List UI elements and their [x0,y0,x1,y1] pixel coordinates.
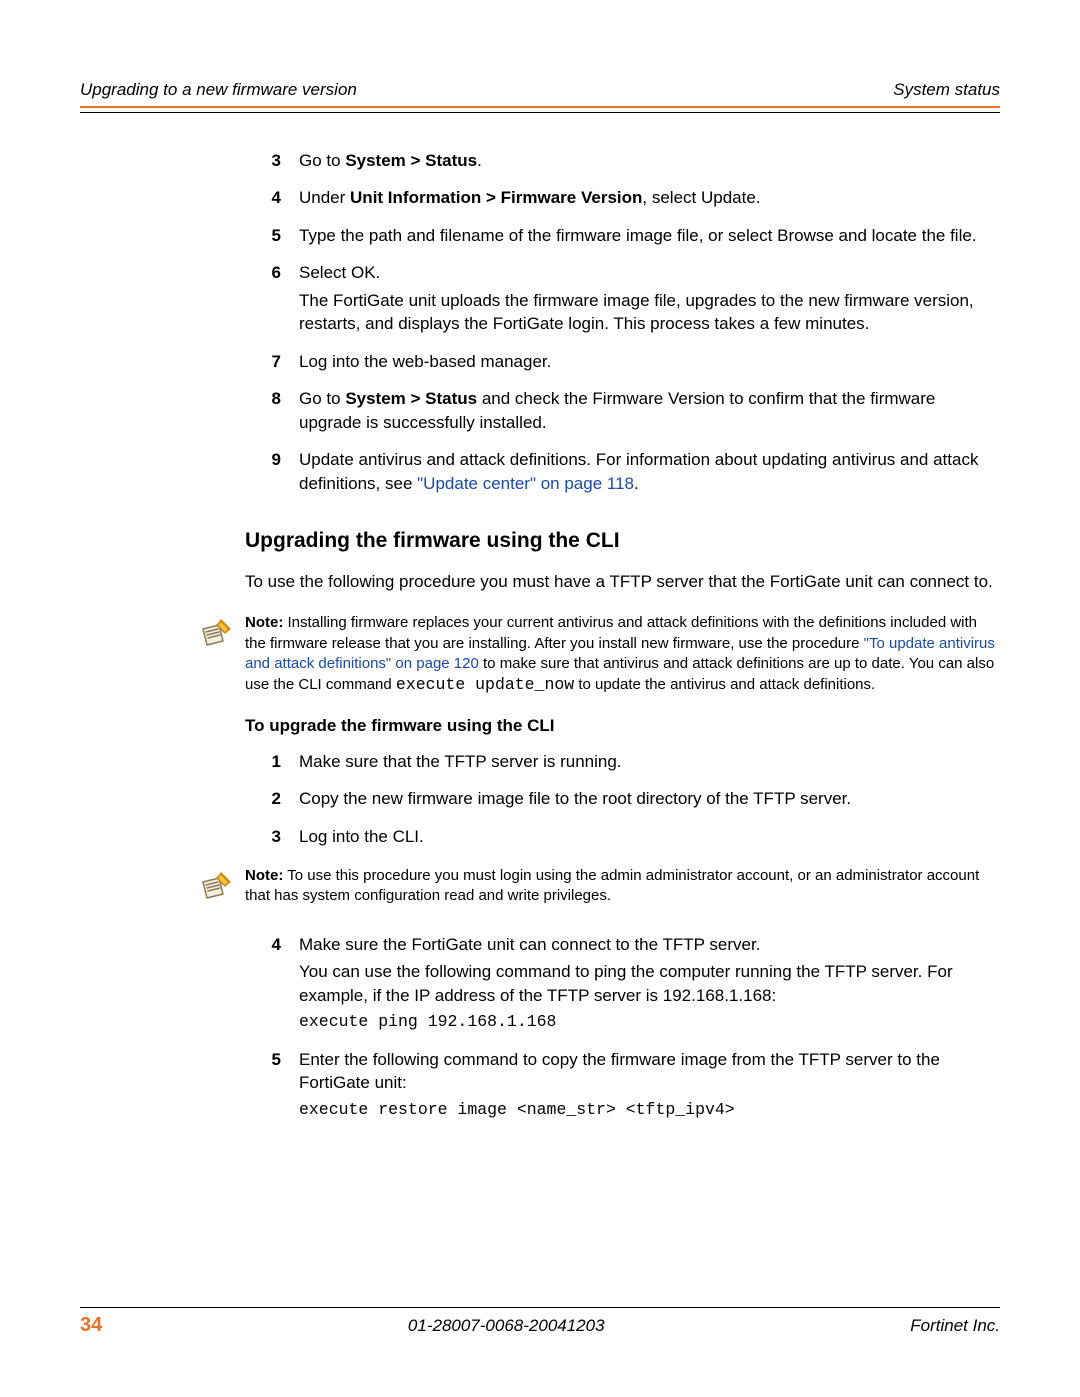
step-text: Select OK. [299,261,1000,284]
step: 1 Make sure that the TFTP server is runni… [245,750,1000,777]
step-body: Go to System > Status. [299,149,1000,176]
note-2-text: Note: To use this procedure you must log… [245,866,1000,907]
step: 9 Update antivirus and attack definitions… [245,448,1000,499]
header-left: Upgrading to a new firmware version [80,80,357,100]
step: 4 Under Unit Information > Firmware Versi… [245,186,1000,213]
step-number: 5 [245,1048,281,1126]
note-2: Note: To use this procedure you must log… [245,866,1000,914]
step-text: Update antivirus and attack definitions.… [299,448,1000,495]
footer-right: Fortinet Inc. [910,1316,1000,1336]
subhead: To upgrade the firmware using the CLI [245,714,1000,737]
step-text: Copy the new firmware image file to the … [299,787,1000,810]
step-number: 4 [245,186,281,213]
step-text: Make sure that the TFTP server is runnin… [299,750,1000,773]
footer-rule [80,1307,1000,1308]
steps-group-c: 4 Make sure the FortiGate unit can connec… [245,933,1000,1126]
step-code: execute ping 192.168.1.168 [299,1011,1000,1034]
step-body: Type the path and filename of the firmwa… [299,224,1000,251]
note-1-text: Note: Installing firmware replaces your … [245,613,1000,696]
step-number: 7 [245,350,281,377]
header-right: System status [893,80,1000,100]
step-text: Under Unit Information > Firmware Versio… [299,186,1000,209]
step-number: 1 [245,750,281,777]
step-text: Type the path and filename of the firmwa… [299,224,1000,247]
step-extra: The FortiGate unit uploads the firmware … [299,289,1000,336]
step: 5 Type the path and filename of the firmw… [245,224,1000,251]
step-body: Make sure that the TFTP server is runnin… [299,750,1000,777]
step: 4 Make sure the FortiGate unit can connec… [245,933,1000,1038]
step: 7 Log into the web-based manager. [245,350,1000,377]
step-number: 8 [245,387,281,438]
step-number: 9 [245,448,281,499]
step-body: Select OK. The FortiGate unit uploads the… [299,261,1000,339]
step-number: 4 [245,933,281,1038]
step-extra: You can use the following command to pin… [299,960,1000,1007]
header-rule-thin [80,112,1000,113]
step: 2 Copy the new firmware image file to the… [245,787,1000,814]
step-body: Log into the web-based manager. [299,350,1000,377]
step-body: Enter the following command to copy the … [299,1048,1000,1126]
steps-group-b: 1 Make sure that the TFTP server is runni… [245,750,1000,852]
step: 3 Log into the CLI. [245,825,1000,852]
page-number: 34 [80,1314,102,1337]
step: 5 Enter the following command to copy the… [245,1048,1000,1126]
step-body: Copy the new firmware image file to the … [299,787,1000,814]
step-body: Log into the CLI. [299,825,1000,852]
step-number: 6 [245,261,281,339]
page: Upgrading to a new firmware version Syst… [0,0,1080,1397]
step-text: Go to System > Status. [299,149,1000,172]
footer: 34 01-28007-0068-20041203 Fortinet Inc. [80,1307,1000,1337]
step-number: 2 [245,787,281,814]
step-text: Make sure the FortiGate unit can connect… [299,933,1000,956]
step-number: 3 [245,149,281,176]
step-number: 5 [245,224,281,251]
step-body: Under Unit Information > Firmware Versio… [299,186,1000,213]
note-icon [195,613,239,661]
step-text: Log into the web-based manager. [299,350,1000,373]
step-text: Log into the CLI. [299,825,1000,848]
note-icon [195,866,239,914]
note-1: Note: Installing firmware replaces your … [245,613,1000,696]
step-text: Go to System > Status and check the Firm… [299,387,1000,434]
section-intro: To use the following procedure you must … [245,570,1000,593]
step-body: Go to System > Status and check the Firm… [299,387,1000,438]
step-code: execute restore image <name_str> <tftp_i… [299,1099,1000,1122]
step: 6 Select OK. The FortiGate unit uploads th… [245,261,1000,339]
section-heading: Upgrading the firmware using the CLI [245,527,1000,556]
step-text: Enter the following command to copy the … [299,1048,1000,1095]
header-rule-orange [80,106,1000,108]
footer-row: 34 01-28007-0068-20041203 Fortinet Inc. [80,1314,1000,1337]
step-number: 3 [245,825,281,852]
running-header: Upgrading to a new firmware version Syst… [80,80,1000,106]
step-body: Update antivirus and attack definitions.… [299,448,1000,499]
steps-group-a: 3 Go to System > Status. 4 Under Unit Infor… [245,149,1000,499]
step: 3 Go to System > Status. [245,149,1000,176]
step: 8 Go to System > Status and check the Fir… [245,387,1000,438]
footer-center: 01-28007-0068-20041203 [102,1316,910,1336]
content: 3 Go to System > Status. 4 Under Unit Infor… [245,149,1000,1125]
step-body: Make sure the FortiGate unit can connect… [299,933,1000,1038]
